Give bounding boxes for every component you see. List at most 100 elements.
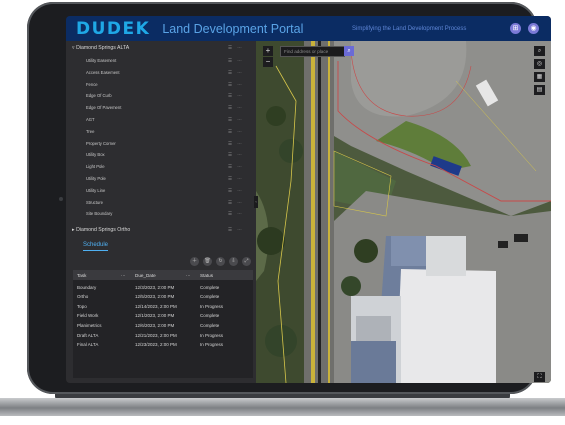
print-icon[interactable]: ▤ [534,85,545,95]
column-header-task[interactable]: Task [77,273,86,278]
column-menu-icon[interactable]: ⋯ [186,273,191,279]
layer-options-icon[interactable]: ☰ ⋯ [228,141,244,147]
cell-due: 12/3/2023, 2:00 PM [135,284,175,290]
layer-item[interactable]: Tree ☰ ⋯ [66,126,256,138]
layer-panel: ▿ Diamond Springs ALTA ☰ ⋯ Utility Easem… [66,41,256,383]
column-header-due-date[interactable]: Due_Date [135,273,156,278]
layer-item[interactable]: Utility Pole ☰ ⋯ [66,173,256,185]
layer-options-icon[interactable]: ☰ ⋯ [228,188,244,194]
cell-status: Complete [200,284,220,290]
layer-item[interactable]: Structure ☰ ⋯ [66,197,256,209]
layer-item-label: Edge Of Pavement [86,105,122,111]
layer-item[interactable]: Edge Of Curb ☰ ⋯ [66,90,256,102]
layer-options-icon[interactable]: ☰ ⋯ [228,93,244,99]
table-row[interactable]: Field Work 12/1/2023, 2:00 PM Complete [73,311,253,320]
table-row[interactable]: Ortho 12/5/2023, 2:00 PM Complete [73,292,253,301]
table-row[interactable]: Planimetrics 12/6/2023, 2:00 PM Complete [73,320,253,329]
layers-tool-icon[interactable]: ◎ [534,59,545,69]
layer-item-label: Structure [86,199,103,205]
layer-options-icon[interactable]: ☰ ⋯ [228,200,244,206]
search-tool-icon[interactable]: ⌕ [534,46,545,56]
layer-item-label: Access Easement [86,69,120,75]
cell-task: Planimetrics [77,322,102,328]
layer-options-icon[interactable]: ☰ ⋯ [228,82,244,88]
table-row[interactable]: Topo 12/14/2023, 2:00 PM In Progress [73,301,253,310]
basemap-icon[interactable]: ▦ [534,72,545,82]
chevron-down-icon[interactable]: ▿ [72,45,75,51]
layer-item[interactable]: Edge Of Pavement ☰ ⋯ [66,102,256,114]
layer-options-icon[interactable]: ☰ ⋯ [228,70,244,76]
cell-task: Final ALTA [77,342,99,348]
cell-due: 12/1/2023, 2:00 PM [135,313,175,319]
layer-item-label: Utility Line [86,187,106,193]
table-row[interactable]: Final ALTA 12/23/2023, 2:00 PM In Progress [73,340,253,349]
column-header-status[interactable]: Status [200,273,213,278]
table-row[interactable]: Boundary 12/3/2023, 2:00 PM Complete [73,282,253,291]
cell-status: Complete [200,313,220,319]
zoom-out-button[interactable]: − [263,57,273,67]
layer-item-label: Light Pole [86,164,105,170]
layer-options-icon[interactable]: ☰ ⋯ [228,45,244,51]
layer-group-alta[interactable]: ▿ Diamond Springs ALTA [72,45,129,51]
app-screen: DUDEK Land Development Portal Simplifyin… [66,16,551,383]
layer-item-label: Utility Pole [86,176,106,181]
layer-item-label: Fence [86,81,98,87]
layer-options-icon[interactable]: ☰ ⋯ [228,176,244,182]
delete-icon[interactable]: 🗑 [203,257,212,266]
layer-item[interactable]: AGT ☰ ⋯ [66,114,256,126]
user-icon[interactable]: ◉ [528,23,539,34]
layer-group-label: Diamond Springs ALTA [76,45,130,51]
app-header: DUDEK Land Development Portal Simplifyin… [66,16,551,41]
add-icon[interactable]: ＋ [190,257,199,266]
layer-item-label: Edge Of Curb [86,93,112,99]
cell-due: 12/21/2023, 2:00 PM [135,332,177,338]
layer-item[interactable]: Utility Box ☰ ⋯ [66,149,256,161]
fullscreen-icon[interactable]: ⤢ [242,257,251,266]
layer-item[interactable]: Utility Easement ☰ ⋯ [66,55,256,67]
layer-item[interactable]: Utility Line ☰ ⋯ [66,185,256,197]
table-row[interactable]: Draft ALTA 12/21/2023, 2:00 PM In Progress [73,330,253,339]
column-menu-icon[interactable]: ⋯ [121,273,126,279]
search-icon[interactable]: ⌕ [344,46,354,56]
layer-item[interactable]: Light Pole ☰ ⋯ [66,161,256,173]
search-input[interactable]: Find address or place [280,46,345,57]
layer-options-icon[interactable]: ☰ ⋯ [228,152,244,158]
layer-options-icon[interactable]: ☰ ⋯ [228,58,244,64]
cell-due: 12/6/2023, 2:00 PM [135,322,175,328]
cell-status: In Progress [200,342,224,348]
layer-group-label: Diamond Springs Ortho [76,227,131,233]
cell-due: 12/5/2023, 2:00 PM [135,294,175,300]
cell-due: 12/14/2023, 2:00 PM [135,303,177,309]
layer-options-icon[interactable]: ☰ ⋯ [228,105,244,111]
layer-item-label: Utility Easement [86,58,117,63]
layer-item[interactable]: Fence ☰ ⋯ [66,79,256,91]
cell-task: Ortho [77,294,89,300]
camera-icon [59,197,63,201]
tablet-frame: DUDEK Land Development Portal Simplifyin… [27,2,551,394]
layer-item[interactable]: Property Corner ☰ ⋯ [66,138,256,150]
cell-status: In Progress [200,332,224,338]
layer-item-label: Property Corner [86,140,116,146]
tab-schedule[interactable]: Schedule [83,242,109,251]
layer-options-icon[interactable]: ☰ ⋯ [228,117,244,123]
laptop-base [0,398,565,416]
export-icon[interactable]: ⇩ [229,257,238,266]
map-view[interactable]: Find address or place ⌕ + − ⌕ ◎ ▦ ▤ ⛶ [256,41,551,383]
aerial-imagery [256,41,551,383]
refresh-icon[interactable]: ↻ [216,257,225,266]
grid-icon[interactable]: ⊞ [510,23,521,34]
layer-item[interactable]: Access Easement ☰ ⋯ [66,67,256,79]
panel-collapse-handle[interactable]: ‹ [254,196,258,208]
cell-task: Field Work [77,313,99,319]
layer-options-icon[interactable]: ☰ ⋯ [228,227,244,233]
layer-options-icon[interactable]: ☰ ⋯ [228,211,244,217]
cell-due: 12/23/2023, 2:00 PM [135,342,177,348]
cell-task: Boundary [77,284,97,290]
chevron-right-icon[interactable]: ▸ [72,227,75,233]
fullscreen-map-icon[interactable]: ⛶ [534,372,545,382]
layer-options-icon[interactable]: ☰ ⋯ [228,164,244,170]
layer-item[interactable]: Site Boundary ☰ ⋯ [66,208,256,220]
layer-options-icon[interactable]: ☰ ⋯ [228,129,244,135]
zoom-in-button[interactable]: + [263,46,273,56]
layer-group-ortho[interactable]: ▸ Diamond Springs Ortho [72,227,130,233]
